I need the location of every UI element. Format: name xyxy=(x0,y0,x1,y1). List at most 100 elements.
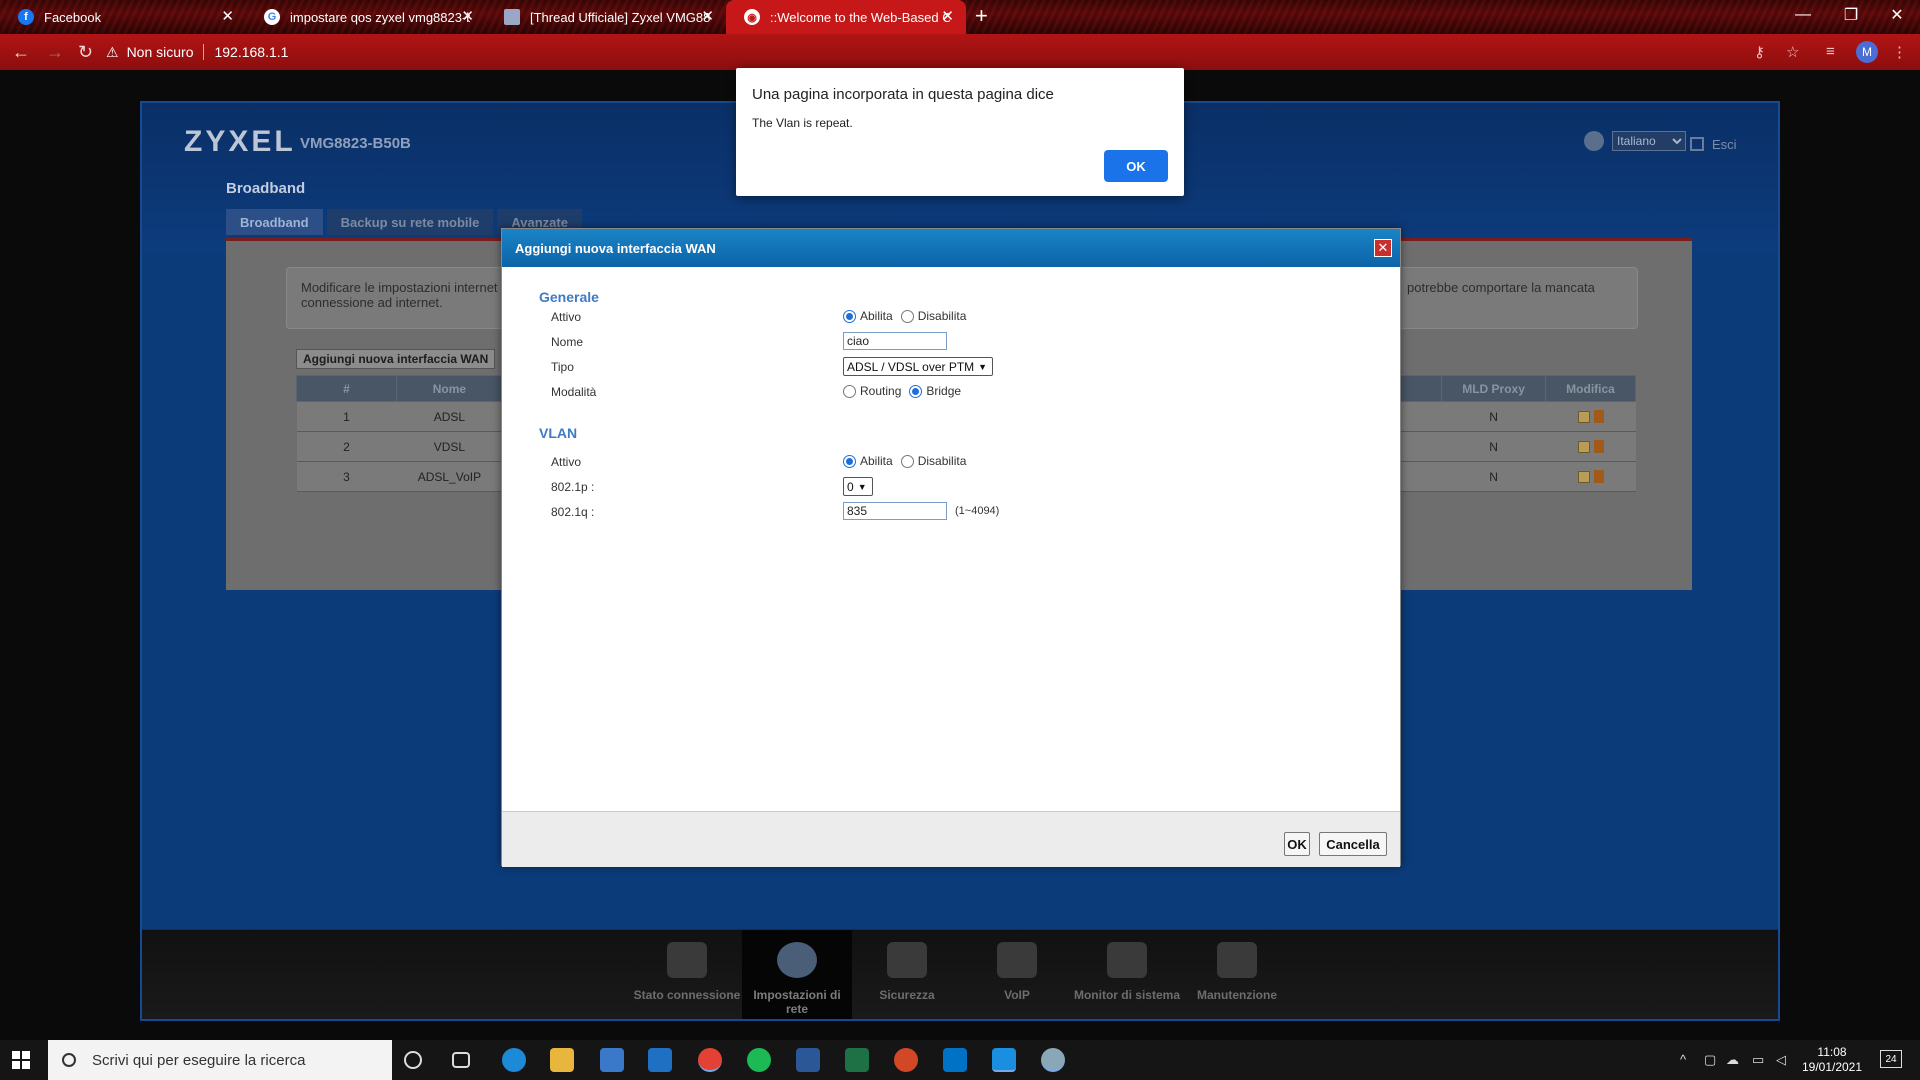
tab-backup-mobile[interactable]: Backup su rete mobile xyxy=(326,209,494,235)
dialog-body: Generale Attivo Abilita Disabilita Nome … xyxy=(502,267,1400,836)
close-tab-icon[interactable]: ✕ xyxy=(221,9,234,24)
close-tab-icon[interactable]: ✕ xyxy=(461,9,474,24)
cancel-button[interactable]: Cancella xyxy=(1319,832,1387,856)
tab-title: [Thread Ufficiale] Zyxel VMG882 xyxy=(530,9,710,25)
warning-icon: ⚠ xyxy=(106,43,119,60)
google-icon: G xyxy=(264,9,280,25)
tab-forum-thread[interactable]: [Thread Ufficiale] Zyxel VMG882 ✕ xyxy=(486,0,726,34)
close-tab-icon[interactable]: ✕ xyxy=(941,9,954,24)
excel-icon[interactable] xyxy=(845,1048,869,1072)
chevron-up-icon[interactable]: ^ xyxy=(1680,1052,1686,1067)
disable-label: Disabilita xyxy=(917,309,967,323)
reading-list-icon[interactable]: ≡ xyxy=(1826,43,1835,60)
notification-center-icon[interactable]: 24 xyxy=(1880,1050,1902,1068)
trash-icon[interactable] xyxy=(1593,409,1604,423)
powerpoint-icon[interactable] xyxy=(894,1048,918,1072)
nav-maintenance[interactable]: Manutenzione xyxy=(1182,930,1292,1019)
vlan-disable-label: Disabilita xyxy=(917,454,967,468)
spotify-icon[interactable] xyxy=(747,1048,771,1072)
close-icon[interactable]: ✕ xyxy=(1374,239,1392,257)
chrome-icon[interactable] xyxy=(698,1048,722,1072)
monitor-chart-icon xyxy=(1107,942,1147,978)
radio-bridge[interactable] xyxy=(909,384,923,398)
radio-disable[interactable] xyxy=(900,309,914,323)
mail-icon[interactable] xyxy=(648,1048,672,1072)
row-mld: N xyxy=(1441,401,1546,432)
taskbar-clock[interactable]: 11:08 19/01/2021 xyxy=(1782,1045,1882,1075)
paint-icon[interactable] xyxy=(1041,1048,1065,1072)
language-select[interactable]: Italiano xyxy=(1612,131,1686,151)
file-explorer-icon[interactable] xyxy=(550,1048,574,1072)
network-icon[interactable]: ▭ xyxy=(1752,1052,1764,1068)
nav-connection-status[interactable]: Stato connessione xyxy=(632,930,742,1019)
minimize-icon[interactable]: — xyxy=(1780,0,1826,30)
windows-start-icon[interactable] xyxy=(12,1051,30,1069)
edge-icon[interactable] xyxy=(502,1048,526,1072)
new-tab-icon[interactable]: + xyxy=(975,3,988,29)
row-name: VDSL xyxy=(396,431,503,462)
restore-icon[interactable]: ❐ xyxy=(1828,0,1874,30)
nav-voip[interactable]: VoIP xyxy=(962,930,1072,1019)
nav-label: VoIP xyxy=(1004,988,1030,1002)
security-label: Non sicuro xyxy=(126,44,194,60)
row-number: 3 xyxy=(296,461,397,492)
word-icon[interactable] xyxy=(796,1048,820,1072)
close-window-icon[interactable]: ✕ xyxy=(1874,0,1920,30)
device-icon[interactable]: ▢ xyxy=(1704,1052,1716,1068)
nav-label: Impostazioni di rete xyxy=(753,988,841,1016)
globe-icon: ◉ xyxy=(744,9,760,25)
teamviewer-icon[interactable] xyxy=(992,1048,1016,1072)
reload-icon[interactable]: ↻ xyxy=(78,42,93,62)
nav-system-monitor[interactable]: Monitor di sistema xyxy=(1072,930,1182,1019)
close-tab-icon[interactable]: ✕ xyxy=(701,9,714,24)
ok-button[interactable]: OK xyxy=(1284,832,1310,856)
vlan-radio-disable[interactable] xyxy=(900,454,914,468)
edit-icon[interactable] xyxy=(1577,410,1590,423)
vlan-enable-label: Abilita xyxy=(860,454,893,468)
omnibox[interactable]: ⚠ Non sicuro 192.168.1.1 xyxy=(106,38,1796,66)
trash-icon[interactable] xyxy=(1593,469,1604,483)
type-label: Tipo xyxy=(551,360,574,374)
menu-kebab-icon[interactable]: ⋮ xyxy=(1892,43,1907,61)
trash-icon[interactable] xyxy=(1593,439,1604,453)
name-control xyxy=(843,332,947,350)
enable-label: Abilita xyxy=(860,309,893,323)
priority-label: 802.1p : xyxy=(551,480,595,494)
vlan-id-input[interactable] xyxy=(843,502,947,520)
name-label: Nome xyxy=(551,335,584,349)
priority-select[interactable]: 0 ▼ xyxy=(843,477,873,496)
vlan-radio-enable[interactable] xyxy=(843,454,856,468)
edit-icon[interactable] xyxy=(1577,470,1590,483)
tab-google-search[interactable]: G impostare qos zyxel vmg8823-b5 ✕ xyxy=(246,0,486,34)
taskbar-search[interactable]: Scrivi qui per eseguire la ricerca xyxy=(48,1040,392,1080)
store-icon[interactable] xyxy=(600,1048,624,1072)
edit-icon[interactable] xyxy=(1577,440,1590,453)
type-select[interactable]: ADSL / VDSL over PTM ▼ xyxy=(843,357,993,376)
nav-network-settings[interactable]: Impostazioni di rete xyxy=(742,930,852,1019)
name-input[interactable] xyxy=(843,332,947,350)
cortana-icon[interactable] xyxy=(404,1051,422,1069)
omnibox-divider xyxy=(203,44,205,60)
star-icon[interactable]: ☆ xyxy=(1786,43,1799,61)
back-icon[interactable]: ← xyxy=(12,42,30,62)
task-view-icon[interactable] xyxy=(452,1052,470,1068)
alert-ok-button[interactable]: OK xyxy=(1104,150,1168,182)
gear-icon xyxy=(777,942,817,978)
tab-facebook[interactable]: f Facebook ✕ xyxy=(0,0,246,34)
dialog-footer: OK Cancella xyxy=(502,811,1400,867)
outlook-icon[interactable] xyxy=(943,1048,967,1072)
key-icon[interactable]: ⚷ xyxy=(1754,43,1765,61)
add-wan-interface-button[interactable]: Aggiungi nuova interfaccia WAN xyxy=(296,349,496,369)
radio-enable[interactable] xyxy=(843,309,856,323)
onedrive-icon[interactable]: ☁ xyxy=(1726,1052,1739,1068)
forward-icon[interactable]: → xyxy=(46,42,64,62)
tab-broadband[interactable]: Broadband xyxy=(226,209,323,235)
clock-time: 11:08 xyxy=(1817,1045,1847,1059)
profile-avatar[interactable]: M xyxy=(1856,41,1878,63)
logout-link[interactable]: Esci xyxy=(1690,137,1737,152)
nav-security[interactable]: Sicurezza xyxy=(852,930,962,1019)
notice-text-left: Modificare le impostazioni internet conn… xyxy=(301,280,498,310)
radio-routing[interactable] xyxy=(843,384,856,398)
tab-router-welcome[interactable]: ◉ ::Welcome to the Web-Based Co ✕ xyxy=(726,0,966,34)
shield-icon xyxy=(887,942,927,978)
